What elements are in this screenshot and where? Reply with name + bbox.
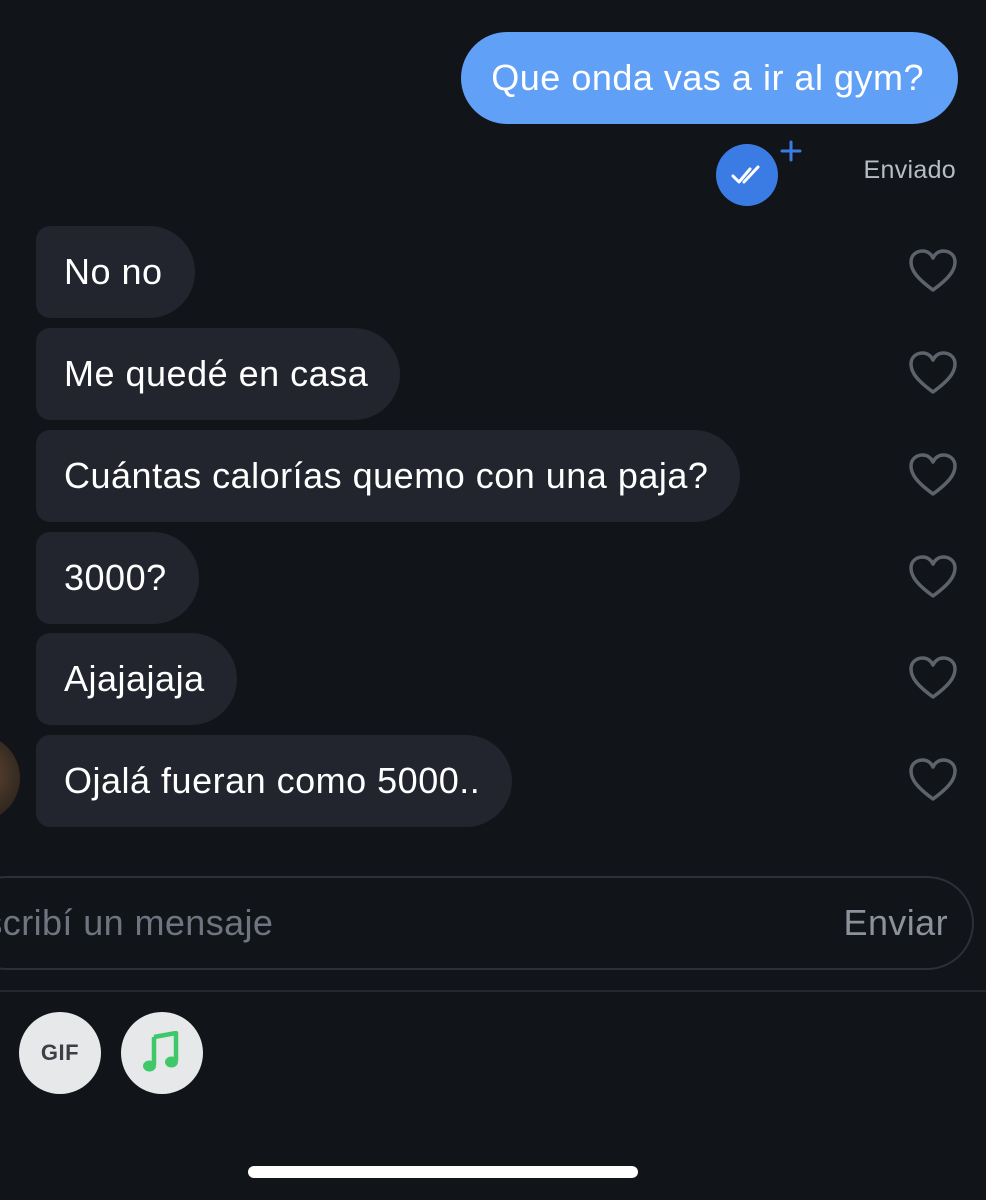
received-message-bubble[interactable]: No no (36, 226, 195, 318)
heart-icon[interactable] (908, 248, 958, 294)
heart-icon[interactable] (908, 757, 958, 803)
heart-icon[interactable] (908, 350, 958, 396)
received-message-bubble[interactable]: Ajajajaja (36, 633, 237, 725)
double-check-icon (731, 165, 760, 184)
message-text: No no (64, 251, 163, 292)
received-message-bubble[interactable]: Me quedé en casa (36, 328, 401, 420)
music-button[interactable] (121, 1012, 203, 1094)
plus-icon (780, 140, 802, 162)
received-message: 3000? (0, 532, 986, 624)
received-message: Cuántas calorías quemo con una paja? (0, 430, 986, 522)
home-indicator[interactable] (248, 1166, 638, 1178)
heart-icon[interactable] (908, 554, 958, 600)
sent-message-bubble[interactable]: Que onda vas a ir al gym? (461, 32, 958, 124)
received-message: Me quedé en casa (0, 328, 986, 420)
received-message-bubble[interactable]: 3000? (36, 532, 199, 624)
received-message: Ojalá fueran como 5000.. (0, 735, 986, 827)
toolbar-divider (0, 990, 986, 992)
status-label: Enviado (863, 156, 956, 184)
music-note-icon (143, 1031, 179, 1072)
send-button[interactable]: Enviar (844, 893, 948, 953)
message-text: Me quedé en casa (64, 353, 369, 394)
sent-message-text: Que onda vas a ir al gym? (491, 57, 924, 98)
received-message-bubble[interactable]: Ojalá fueran como 5000.. (36, 735, 513, 827)
heart-icon[interactable] (908, 655, 958, 701)
heart-icon[interactable] (908, 452, 958, 498)
read-receipt-badge[interactable] (716, 144, 778, 206)
message-status: Enviado (696, 138, 956, 206)
received-message: No no (0, 226, 986, 318)
received-message: Ajajajaja (0, 633, 986, 725)
message-text: Ajajajaja (64, 658, 205, 699)
message-text: Cuántas calorías quemo con una paja? (64, 455, 709, 496)
message-input-placeholder: Escribí un mensaje (0, 893, 700, 953)
gif-label: GIF (40, 1040, 80, 1065)
message-text: Ojalá fueran como 5000.. (64, 760, 481, 801)
placeholder-text: Escribí un mensaje (0, 902, 274, 943)
received-message-bubble[interactable]: Cuántas calorías quemo con una paja? (36, 430, 741, 522)
message-text: 3000? (64, 557, 167, 598)
gif-button[interactable]: GIF (19, 1012, 101, 1094)
